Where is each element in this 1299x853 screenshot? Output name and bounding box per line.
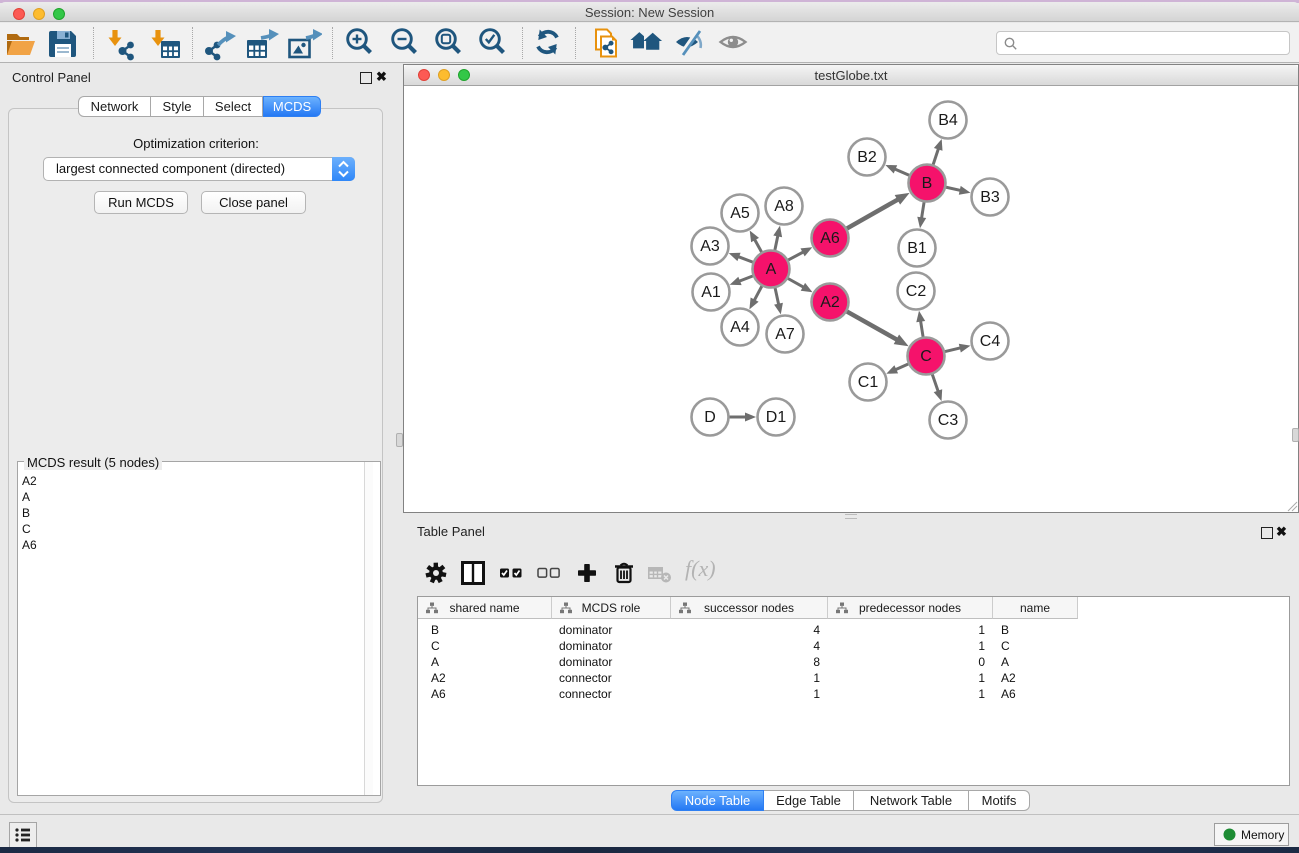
svg-text:D1: D1 (766, 409, 787, 426)
svg-text:C4: C4 (980, 333, 1001, 350)
svg-text:A7: A7 (775, 326, 795, 343)
svg-text:C: C (920, 348, 932, 365)
svg-text:B3: B3 (980, 189, 1000, 206)
svg-text:A4: A4 (730, 319, 750, 336)
svg-text:A6: A6 (820, 230, 840, 247)
svg-text:C1: C1 (858, 374, 879, 391)
svg-text:B1: B1 (907, 240, 927, 257)
svg-text:A: A (766, 261, 777, 278)
svg-text:A3: A3 (700, 238, 720, 255)
svg-text:D: D (704, 409, 716, 426)
svg-text:A1: A1 (701, 284, 721, 301)
svg-text:B: B (922, 175, 933, 192)
svg-text:C3: C3 (938, 412, 959, 429)
svg-text:A2: A2 (820, 294, 840, 311)
svg-text:A8: A8 (774, 198, 794, 215)
svg-text:B4: B4 (938, 112, 958, 129)
svg-text:C2: C2 (906, 283, 927, 300)
svg-text:B2: B2 (857, 149, 877, 166)
svg-text:A5: A5 (730, 205, 750, 222)
